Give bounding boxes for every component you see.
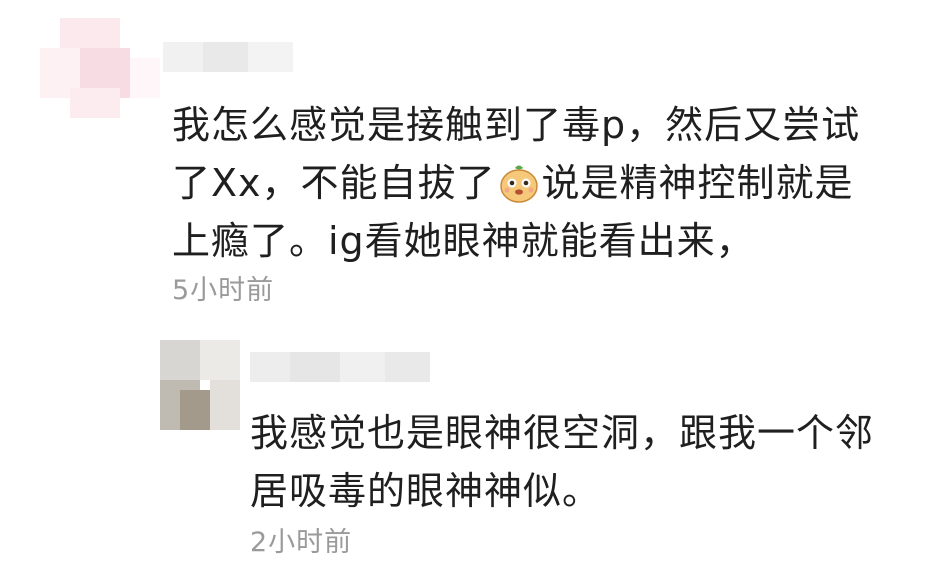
username-blurred[interactable] bbox=[250, 352, 430, 382]
comment-line-part: 了Xx，不能自拔了 bbox=[172, 161, 496, 205]
username-blurred[interactable] bbox=[163, 42, 293, 72]
reply-timestamp: 2小时前 bbox=[250, 527, 353, 558]
comment-line: 上瘾了。ig看她眼神就能看出来， bbox=[172, 219, 755, 263]
reply-text: 我感觉也是眼神很空洞，跟我一个邻 居吸毒的眼神神似。 bbox=[250, 404, 874, 520]
avatar[interactable] bbox=[160, 340, 240, 430]
comment-timestamp: 5小时前 bbox=[172, 275, 275, 306]
comment-text: 我怎么感觉是接触到了毒p，然后又尝试 了Xx，不能自拔了 说是精神控制就是 上瘾… bbox=[172, 96, 860, 270]
reply-line: 我感觉也是眼神很空洞，跟我一个邻 bbox=[250, 411, 875, 455]
reply-line: 居吸毒的眼神神似。 bbox=[250, 469, 602, 513]
comment-item: 我怎么感觉是接触到了毒p，然后又尝试 了Xx，不能自拔了 说是精神控制就是 上瘾… bbox=[0, 0, 950, 310]
avatar[interactable] bbox=[40, 18, 160, 128]
reply-item: 我感觉也是眼神很空洞，跟我一个邻 居吸毒的眼神神似。 2小时前 bbox=[0, 320, 950, 580]
comment-line: 我怎么感觉是接触到了毒p，然后又尝试 bbox=[172, 103, 861, 147]
comment-line-part: 说是精神控制就是 bbox=[541, 161, 854, 205]
comment-line-with-emoji: 了Xx，不能自拔了 说是精神控制就是 bbox=[172, 154, 860, 212]
smiling-face-emoji bbox=[499, 165, 538, 203]
